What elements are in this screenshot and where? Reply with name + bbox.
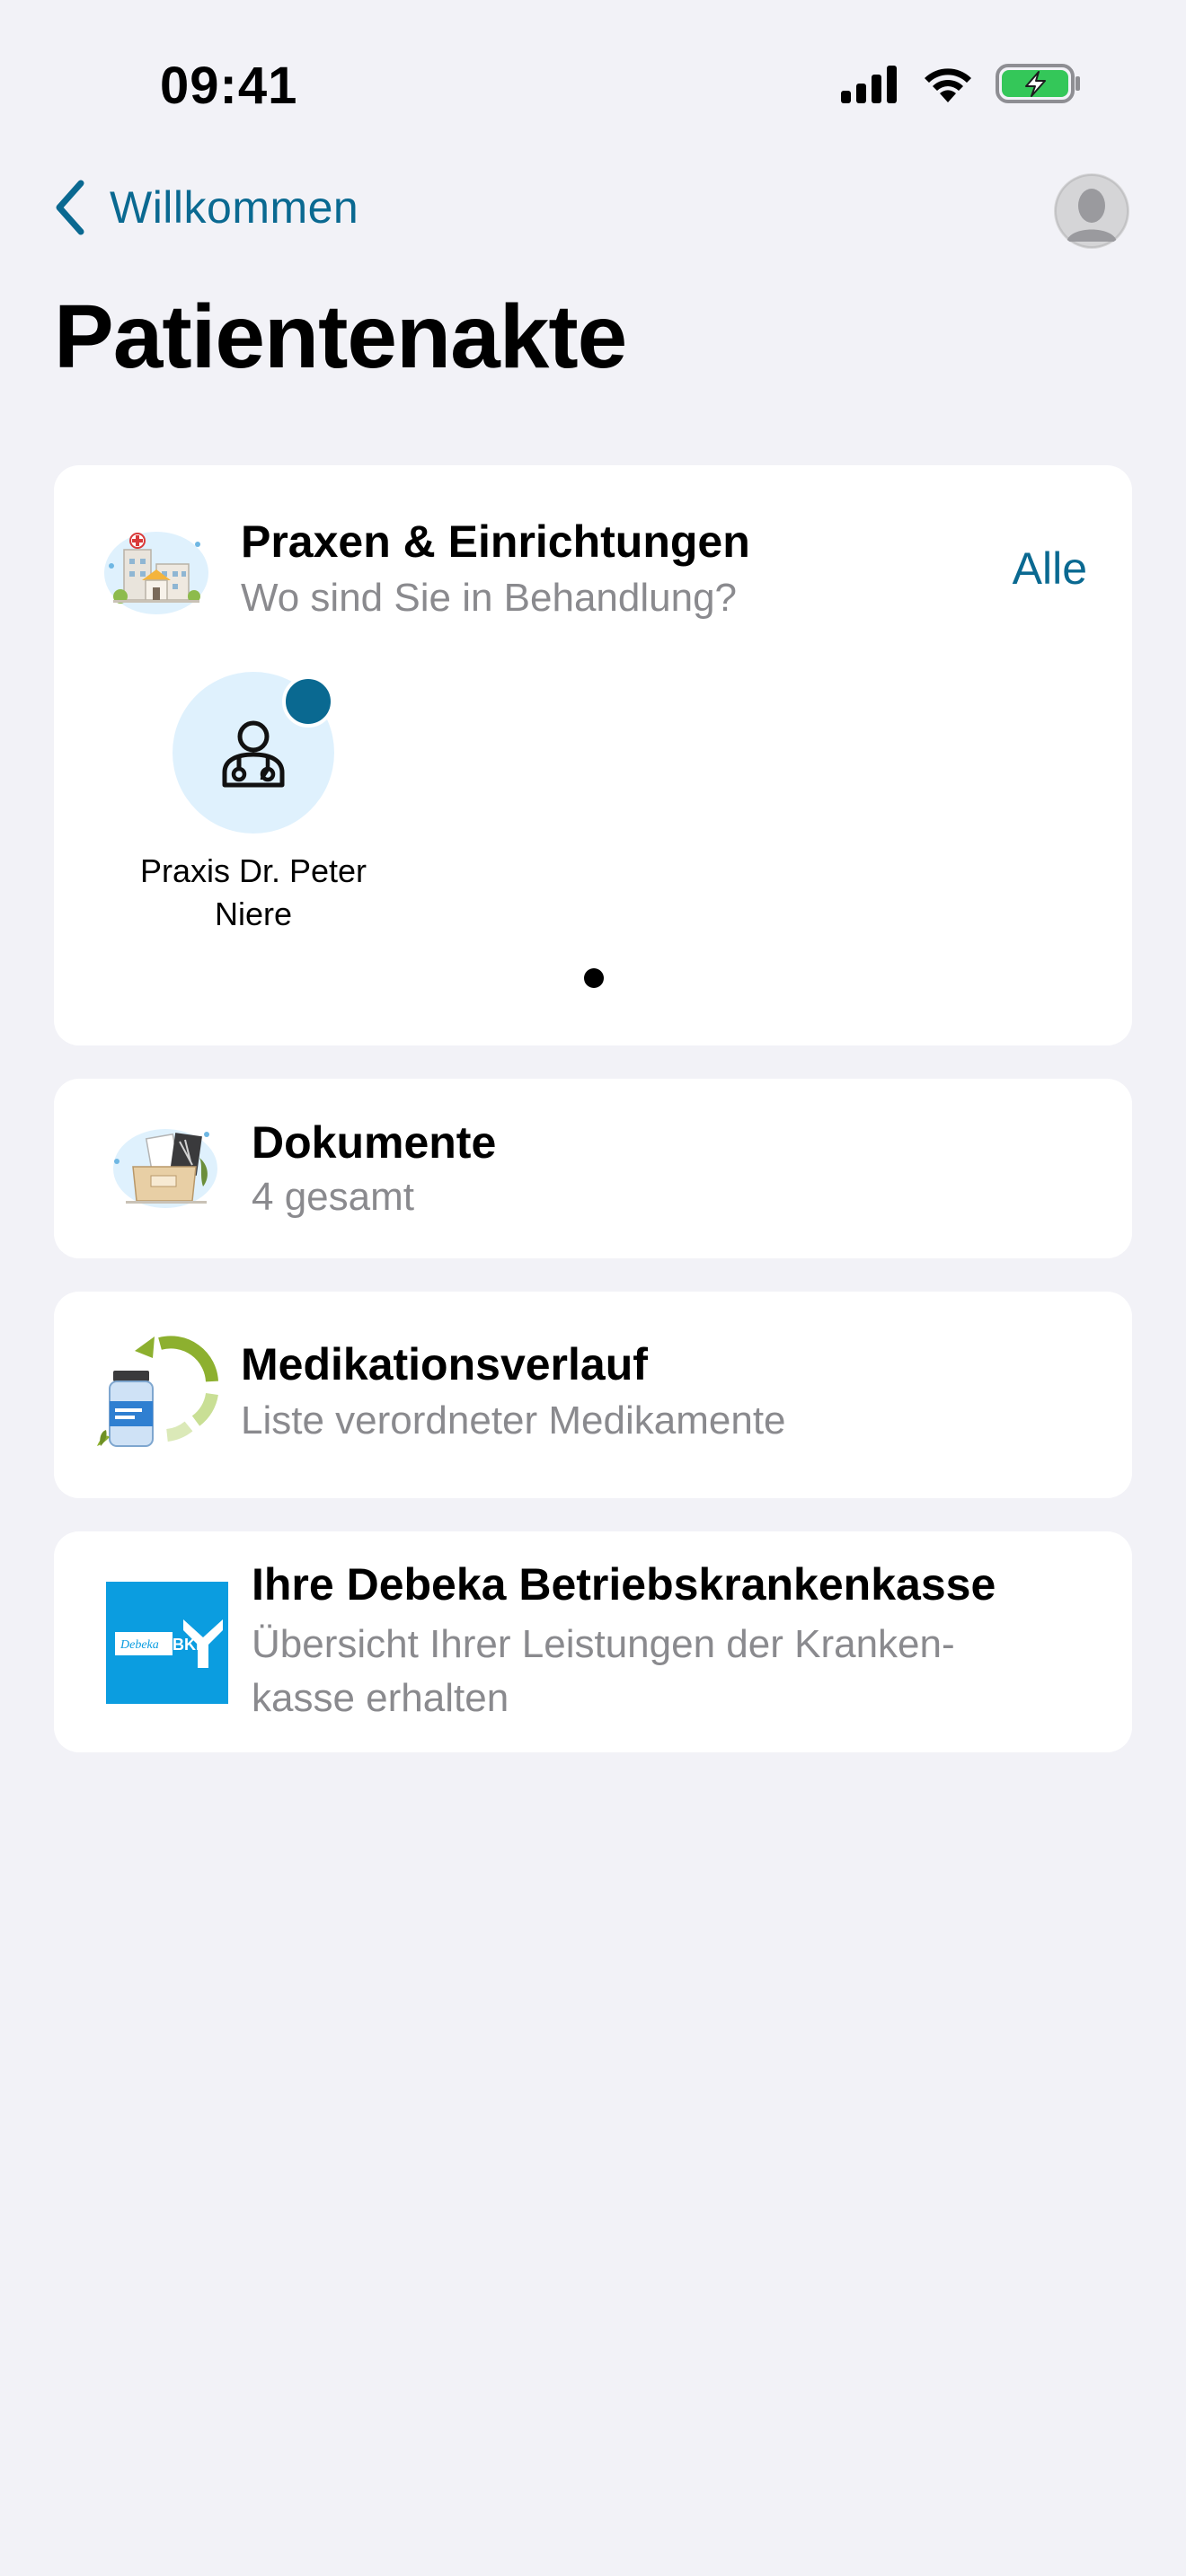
medikation-subtitle: Liste verordneter Medikamente	[241, 1398, 786, 1442]
cellular-signal-icon	[841, 66, 897, 103]
kasse-card[interactable]: Debeka BKK Ihre Debeka Betriebskrankenka…	[54, 1531, 1132, 1752]
kasse-subtitle-line2: kasse erhalten	[252, 1676, 509, 1720]
debeka-bkk-logo: Debeka BKK	[106, 1582, 228, 1704]
back-button[interactable]: Willkommen	[54, 180, 358, 235]
medikation-title: Medikationsverlauf	[241, 1339, 648, 1389]
hospital-illustration-icon	[104, 532, 208, 614]
page-indicator-dot[interactable]	[584, 968, 604, 988]
dokumente-subtitle: 4 gesamt	[252, 1175, 414, 1219]
doctor-icon	[222, 720, 285, 788]
person-icon	[1055, 174, 1128, 248]
praxen-title: Praxen & Einrichtungen	[241, 516, 750, 567]
wifi-icon	[925, 68, 971, 102]
medication-cycle-icon	[97, 1336, 218, 1447]
kasse-title: Ihre Debeka Betriebskrankenkasse	[252, 1559, 996, 1610]
chevron-left-icon	[56, 180, 84, 235]
avatar[interactable]	[1054, 173, 1129, 249]
battery-charging-icon	[996, 64, 1080, 103]
status-time: 09:41	[160, 57, 298, 115]
page-title: Patientenakte	[54, 287, 627, 387]
logo-brand-text: Debeka	[119, 1638, 159, 1652]
medikation-card[interactable]: Medikationsverlauf Liste verordneter Med…	[54, 1292, 1132, 1498]
new-badge-dot	[282, 675, 334, 728]
praxen-card: Praxen & Einrichtungen Wo sind Sie in Be…	[54, 465, 1132, 1045]
kasse-subtitle-line1: Übersicht Ihrer Leistungen der Kranken-	[252, 1622, 955, 1666]
alle-link[interactable]: Alle	[1013, 543, 1087, 595]
praxen-subtitle: Wo sind Sie in Behandlung?	[241, 576, 738, 620]
back-label: Willkommen	[110, 182, 359, 233]
document-box-illustration-icon	[113, 1129, 217, 1208]
dokumente-card[interactable]: Dokumente 4 gesamt	[54, 1079, 1132, 1258]
practice-name: Praxis Dr. Peter Niere	[139, 852, 367, 932]
dokumente-title: Dokumente	[252, 1117, 497, 1168]
status-icons	[839, 63, 1082, 104]
